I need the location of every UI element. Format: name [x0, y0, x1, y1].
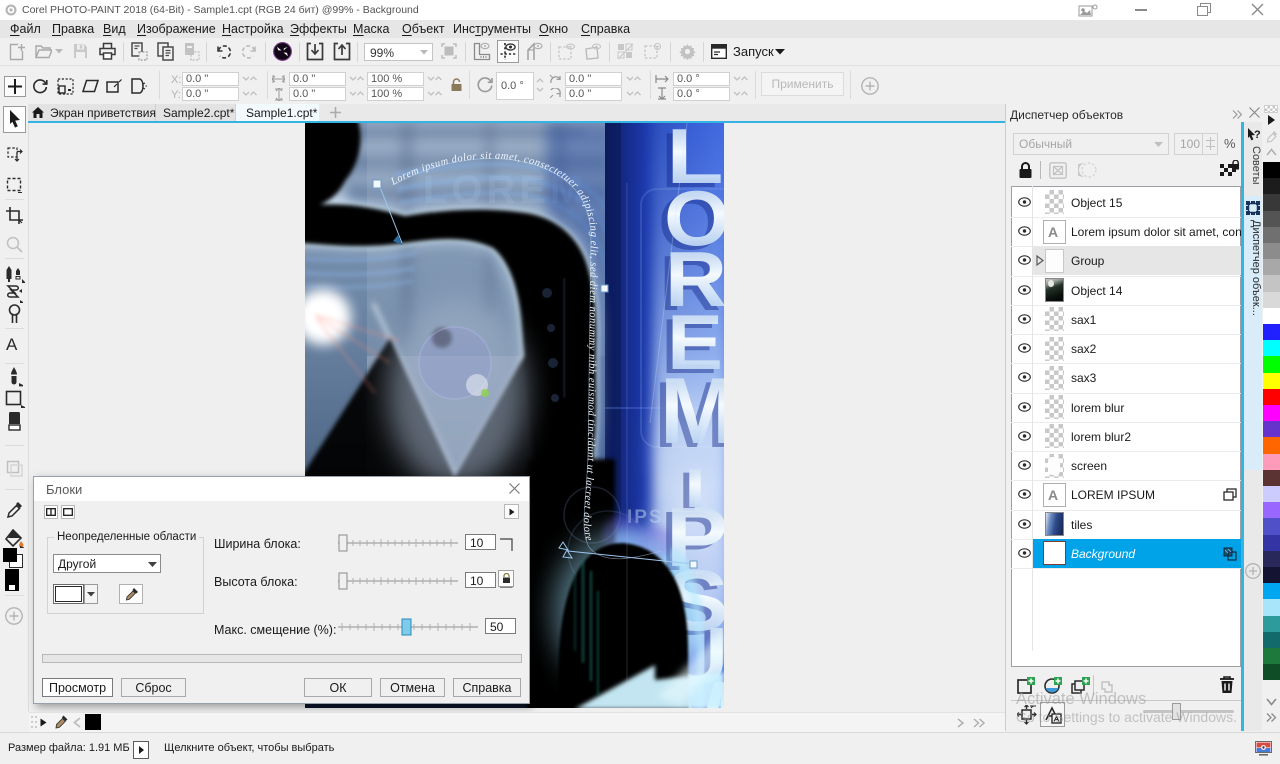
svg-text:M: M	[660, 358, 724, 463]
svg-text:?: ?	[1254, 129, 1260, 141]
